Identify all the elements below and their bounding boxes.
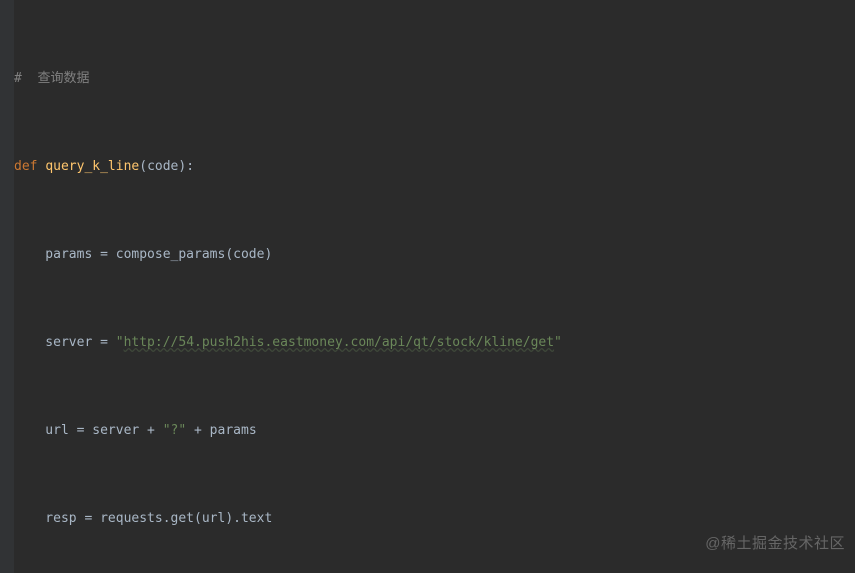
string-url: http://54.push2his.eastmoney.com/api/qt/… xyxy=(124,335,554,350)
code-text: + params xyxy=(186,423,256,438)
code-area: # 查询数据 def query_k_line(code): params = … xyxy=(14,0,855,573)
string-quote: " xyxy=(554,335,562,350)
code-line: def query_k_line(code): xyxy=(14,156,855,178)
code-line: # 查询数据 xyxy=(14,68,855,90)
string-quote: " xyxy=(116,335,124,350)
code-line: params = compose_params(code) xyxy=(14,244,855,266)
code-text: url = server + xyxy=(14,423,163,438)
editor-frame: # 查询数据 def query_k_line(code): params = … xyxy=(0,0,855,573)
keyword-def: def xyxy=(14,159,45,174)
code-line: resp = requests.get(url).text xyxy=(14,508,855,530)
code-line: url = server + "?" + params xyxy=(14,420,855,442)
code-line: server = "http://54.push2his.eastmoney.c… xyxy=(14,332,855,354)
punct: ( xyxy=(139,159,147,174)
code-text: params = compose_params(code) xyxy=(14,247,272,262)
string: "?" xyxy=(163,423,186,438)
comment: # 查询数据 xyxy=(14,71,89,86)
func-name: query_k_line xyxy=(45,159,139,174)
punct: ): xyxy=(178,159,194,174)
param: code xyxy=(147,159,178,174)
code-text: resp = requests.get(url).text xyxy=(14,511,272,526)
gutter xyxy=(0,0,14,573)
code-text: server = xyxy=(14,335,116,350)
